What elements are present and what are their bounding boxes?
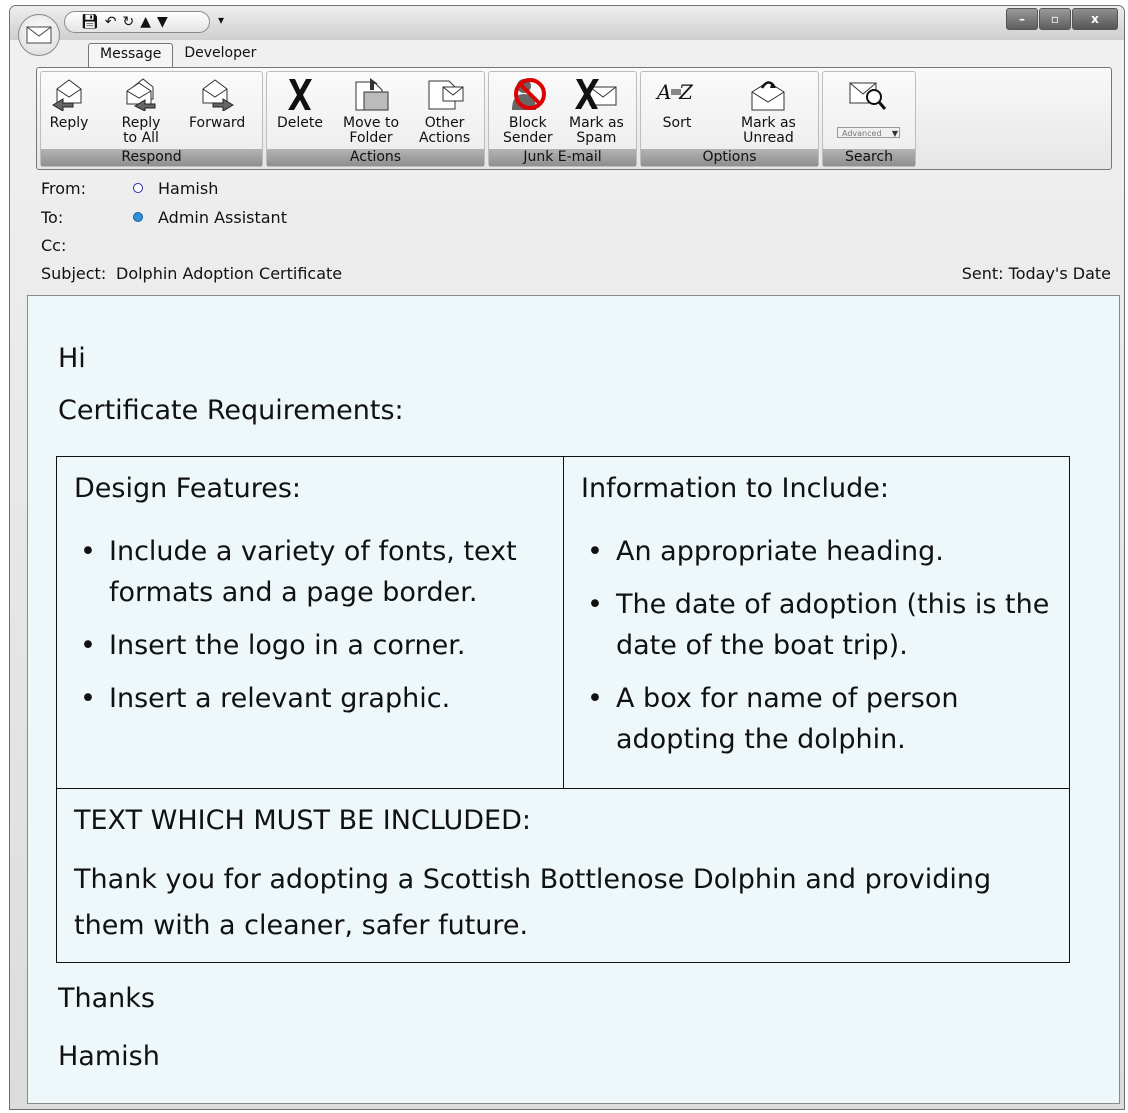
mark-as-spam-button[interactable]: Mark as Spam (569, 74, 624, 146)
search-icon (846, 74, 890, 114)
svg-text:A: A (655, 80, 671, 104)
reply-icon (47, 74, 91, 114)
mark-as-unread-icon (746, 74, 790, 114)
actions-group-label: Actions (267, 149, 484, 166)
from-label: From: (41, 179, 87, 198)
signoff: Thanks (58, 983, 155, 1014)
to-value[interactable]: Admin Assistant (158, 208, 287, 227)
design-features-list: Include a variety of fonts, text formats… (74, 531, 544, 731)
cc-label: Cc: (41, 236, 67, 255)
design-features-cell: Design Features: Include a variety of fo… (57, 457, 564, 788)
required-text-title: TEXT WHICH MUST BE INCLUDED: (74, 805, 531, 836)
list-item: A box for name of person adopting the do… (581, 678, 1051, 760)
search-group-label: Search (823, 149, 915, 166)
window-controls: – ▫ x (1006, 8, 1118, 30)
title-bar: 💾︎ ↶ ↻ ▲ ▼ ▾ – ▫ x (10, 6, 1124, 40)
other-actions-icon (423, 74, 467, 114)
delete-label: Delete (277, 115, 323, 131)
sort-icon: AZ (655, 74, 699, 114)
reply-all-icon (119, 74, 163, 114)
required-text-cell: TEXT WHICH MUST BE INCLUDED: Thank you f… (57, 788, 1069, 962)
reply-all-button[interactable]: Reply to All (119, 74, 163, 146)
mark-as-spam-label: Mark as Spam (569, 115, 624, 146)
reply-all-label: Reply to All (121, 115, 161, 146)
presence-offline-icon (133, 183, 143, 193)
next-item-icon[interactable]: ▼ (157, 15, 168, 29)
options-group: AZ Sort Mark as Unread Options (640, 71, 819, 167)
delete-button[interactable]: Delete (277, 74, 323, 131)
ribbon: Reply Reply to All Forward Respond Delet… (36, 67, 1112, 170)
message-body[interactable]: Hi Certificate Requirements: Design Feat… (27, 295, 1120, 1104)
other-actions-button[interactable]: Other Actions (419, 74, 470, 146)
requirements-table: Design Features: Include a variety of fo… (56, 456, 1070, 963)
actions-group: Delete Move to Folder Other Actions Acti… (266, 71, 485, 167)
maximize-button[interactable]: ▫ (1039, 8, 1071, 30)
presence-online-icon (133, 212, 143, 222)
respond-group: Reply Reply to All Forward Respond (40, 71, 263, 167)
forward-icon (195, 74, 239, 114)
required-text-body: Thank you for adopting a Scottish Bottle… (74, 864, 992, 941)
advanced-search-label: Advanced (842, 129, 882, 138)
options-group-label: Options (641, 149, 818, 166)
other-actions-label: Other Actions (419, 115, 471, 146)
mark-as-spam-icon (574, 74, 618, 114)
sent-label: Sent: (961, 264, 1004, 283)
information-cell: Information to Include: An appropriate h… (564, 457, 1069, 788)
move-to-folder-button[interactable]: Move to Folder (343, 74, 399, 146)
block-sender-label: Block Sender (503, 115, 553, 146)
list-item: An appropriate heading. (581, 531, 1051, 572)
junk-email-group-label: Junk E-mail (489, 149, 636, 166)
email-window: 💾︎ ↶ ↻ ▲ ▼ ▾ – ▫ x Message Developer Rep… (9, 5, 1125, 1110)
customize-toolbar-icon[interactable]: ▾ (218, 13, 224, 27)
forward-label: Forward (189, 115, 246, 131)
block-sender-icon (506, 74, 550, 114)
tab-developer[interactable]: Developer (173, 43, 267, 65)
move-to-folder-icon (349, 74, 393, 114)
close-button[interactable]: x (1072, 8, 1118, 30)
greeting: Hi (58, 343, 86, 374)
redo-icon[interactable]: ↻ (123, 15, 135, 29)
previous-item-icon[interactable]: ▲ (140, 15, 151, 29)
block-sender-button[interactable]: Block Sender (503, 74, 553, 146)
sort-label: Sort (662, 115, 692, 131)
minimize-button[interactable]: – (1006, 8, 1038, 30)
mark-as-unread-button[interactable]: Mark as Unread (741, 74, 796, 146)
sent-value: Today's Date (1008, 264, 1111, 283)
mail-app-icon[interactable] (18, 14, 60, 56)
intro-text: Certificate Requirements: (58, 395, 404, 426)
mark-as-unread-label: Mark as Unread (741, 115, 796, 146)
respond-group-label: Respond (41, 149, 262, 166)
quick-access-toolbar: 💾︎ ↶ ↻ ▲ ▼ (64, 11, 210, 33)
delete-icon (278, 74, 322, 114)
subject-value: Dolphin Adoption Certificate (116, 264, 343, 283)
sort-button[interactable]: AZ Sort (655, 74, 699, 131)
undo-icon[interactable]: ↶ (105, 15, 117, 29)
dropdown-arrow-icon: ▼ (891, 129, 898, 138)
search-group: Advanced ▼ Search (822, 71, 916, 167)
information-list: An appropriate heading. The date of adop… (581, 531, 1051, 772)
move-to-folder-label: Move to Folder (343, 115, 400, 146)
forward-button[interactable]: Forward (189, 74, 245, 131)
advanced-search-dropdown[interactable]: Advanced ▼ (837, 127, 900, 138)
list-item: Insert a relevant graphic. (74, 678, 544, 719)
signature: Hamish (58, 1041, 160, 1072)
junk-email-group: Block Sender Mark as Spam Junk E-mail (488, 71, 637, 167)
information-title: Information to Include: (581, 473, 889, 504)
list-item: Insert the logo in a corner. (74, 625, 544, 666)
design-features-title: Design Features: (74, 473, 301, 504)
ribbon-tabs: Message Developer (88, 43, 267, 68)
subject-label: Subject: (41, 264, 107, 283)
list-item: The date of adoption (this is the date o… (581, 584, 1051, 666)
tab-message[interactable]: Message (88, 43, 174, 68)
reply-label: Reply (49, 115, 89, 131)
find-button[interactable] (846, 74, 890, 116)
from-value[interactable]: Hamish (158, 179, 218, 198)
list-item: Include a variety of fonts, text formats… (74, 531, 544, 613)
save-icon[interactable]: 💾︎ (81, 15, 99, 29)
sent-field: Sent: Today's Date (962, 264, 1111, 283)
reply-button[interactable]: Reply (47, 74, 91, 131)
to-label: To: (41, 208, 64, 227)
svg-text:Z: Z (678, 80, 694, 104)
